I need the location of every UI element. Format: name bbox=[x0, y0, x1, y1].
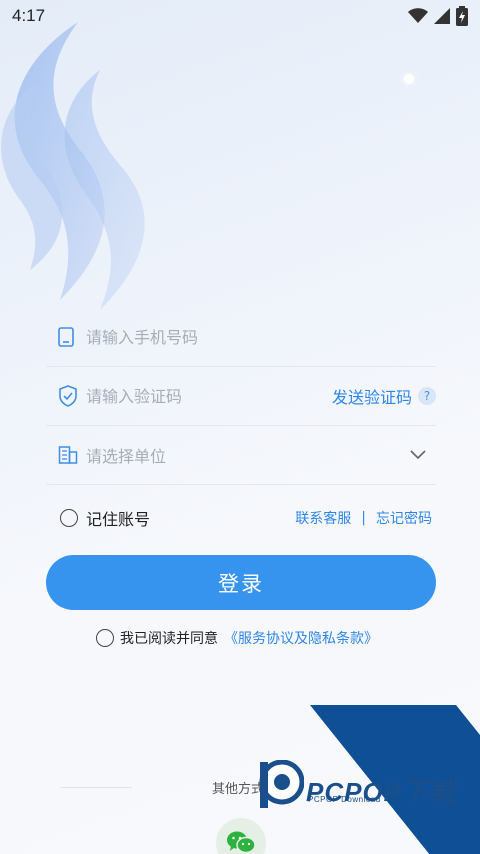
send-code-label: 发送验证码 bbox=[331, 388, 412, 407]
other-methods-label: 其他方式 bbox=[212, 782, 265, 797]
agreement-link[interactable]: 《服务协议及隐私条款》 bbox=[224, 628, 378, 648]
link-separator: | bbox=[361, 510, 366, 526]
remember-row: 记住账号 联系客服 | 忘记密码 bbox=[60, 506, 432, 530]
phone-icon bbox=[46, 327, 86, 347]
status-icons bbox=[408, 6, 468, 26]
contact-support-link[interactable]: 联系客服 bbox=[295, 508, 351, 528]
watermark-sub: PCPOP Download bbox=[308, 795, 381, 804]
phone-input[interactable] bbox=[86, 317, 436, 357]
help-icon[interactable]: ? bbox=[418, 387, 436, 405]
agreement-row: 我已阅读并同意 《服务协议及隐私条款》 bbox=[96, 628, 378, 648]
pcpop-logo-icon bbox=[259, 760, 304, 808]
brand-swoosh-graphic bbox=[1, 22, 145, 310]
remember-checkbox[interactable]: 记住账号 bbox=[60, 506, 150, 530]
login-form: 发送验证码 ? 请选择单位 bbox=[46, 308, 436, 485]
code-row: 发送验证码 ? bbox=[46, 367, 436, 426]
forgot-password-link[interactable]: 忘记密码 bbox=[376, 508, 432, 528]
phone-row bbox=[46, 308, 436, 367]
battery-charging-icon bbox=[456, 6, 468, 26]
wifi-icon bbox=[408, 8, 428, 23]
building-icon bbox=[46, 445, 86, 465]
signal-icon bbox=[434, 8, 450, 24]
code-input[interactable] bbox=[86, 376, 332, 416]
login-button[interactable]: 登录 bbox=[46, 555, 436, 610]
status-time: 4:17 bbox=[12, 6, 46, 25]
light-dot bbox=[404, 74, 414, 84]
shield-icon bbox=[46, 385, 86, 407]
unit-row[interactable]: 请选择单位 bbox=[46, 426, 436, 485]
agreement-radio-icon[interactable] bbox=[96, 629, 114, 647]
divider-line bbox=[60, 787, 132, 788]
chevron-down-icon[interactable] bbox=[410, 450, 426, 460]
help-links: 联系客服 | 忘记密码 bbox=[295, 508, 432, 528]
agreement-prefix: 我已阅读并同意 bbox=[120, 631, 218, 647]
status-bar: 4:17 bbox=[0, 0, 480, 32]
remember-radio-icon[interactable] bbox=[60, 509, 78, 527]
send-code-button[interactable]: 发送验证码 ? bbox=[332, 384, 436, 408]
remember-label: 记住账号 bbox=[86, 510, 151, 529]
wechat-icon bbox=[227, 831, 256, 854]
unit-select[interactable]: 请选择单位 bbox=[86, 443, 436, 467]
